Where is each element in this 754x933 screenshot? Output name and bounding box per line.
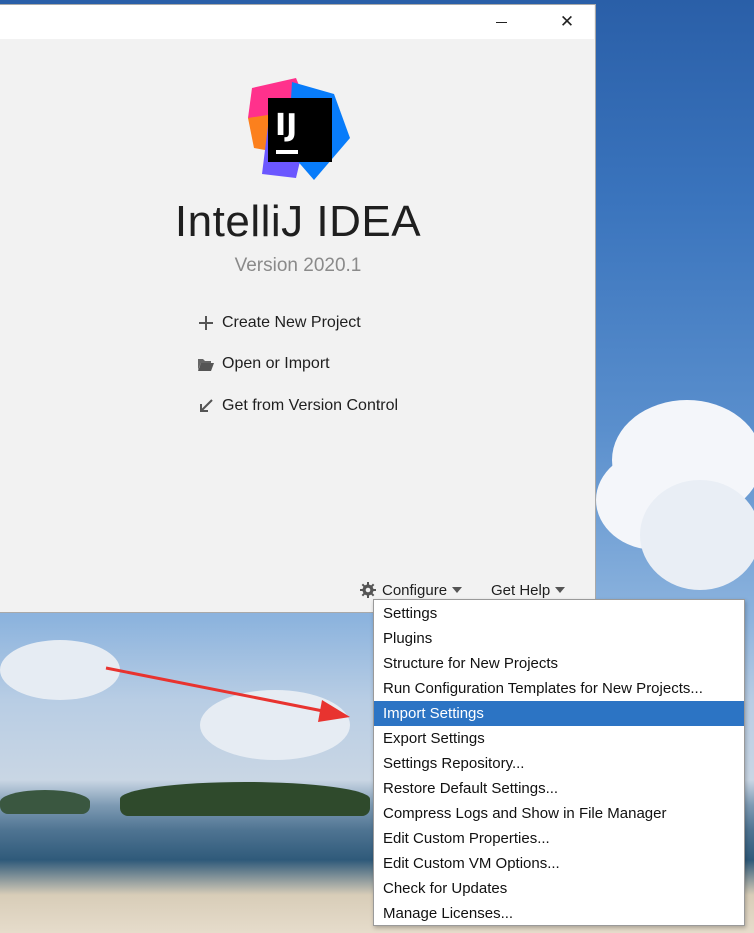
- get-from-vcs-label: Get from Version Control: [222, 397, 399, 414]
- plus-icon: [196, 313, 216, 333]
- configure-menu: Settings Plugins Structure for New Proje…: [373, 599, 745, 926]
- cloud: [640, 480, 754, 590]
- annotation-arrow: [105, 666, 350, 722]
- menu-item-export-settings[interactable]: Export Settings: [374, 726, 744, 751]
- get-help-dropdown[interactable]: Get Help: [491, 579, 566, 601]
- menu-item-check-for-updates[interactable]: Check for Updates: [374, 876, 744, 901]
- open-or-import-label: Open or Import: [222, 355, 330, 372]
- title-bar: ✕: [0, 5, 594, 39]
- logo-text: IJ: [275, 108, 297, 143]
- get-help-label: Get Help: [491, 581, 551, 599]
- open-or-import-action[interactable]: Open or Import: [196, 352, 330, 376]
- menu-item-edit-custom-vm-options[interactable]: Edit Custom VM Options...: [374, 851, 744, 876]
- menu-item-restore-default-settings[interactable]: Restore Default Settings...: [374, 776, 744, 801]
- configure-label: Configure: [382, 581, 448, 599]
- menu-item-structure-for-new-projects[interactable]: Structure for New Projects: [374, 651, 744, 676]
- create-new-project-label: Create New Project: [222, 314, 361, 331]
- menu-item-settings-repository[interactable]: Settings Repository...: [374, 751, 744, 776]
- close-icon: ✕: [559, 12, 575, 32]
- menu-item-import-settings[interactable]: Import Settings: [374, 701, 744, 726]
- menu-item-edit-custom-properties[interactable]: Edit Custom Properties...: [374, 826, 744, 851]
- close-button[interactable]: ✕: [544, 5, 590, 39]
- configure-dropdown[interactable]: Configure: [360, 579, 463, 601]
- chevron-down-icon: [555, 587, 566, 593]
- menu-item-run-configuration-templates[interactable]: Run Configuration Templates for New Proj…: [374, 676, 744, 701]
- chevron-down-icon: [452, 587, 463, 593]
- create-new-project-action[interactable]: Create New Project: [196, 311, 361, 335]
- minimize-button[interactable]: [478, 5, 524, 39]
- get-from-vcs-action[interactable]: Get from Version Control: [196, 394, 398, 418]
- menu-item-manage-licenses[interactable]: Manage Licenses...: [374, 901, 744, 926]
- gear-icon: [360, 582, 376, 598]
- menu-item-compress-logs[interactable]: Compress Logs and Show in File Manager: [374, 801, 744, 826]
- app-version: Version 2020.1: [234, 255, 362, 276]
- welcome-window: ✕ IJ IntelliJ IDEA Version 2020.1 Create…: [0, 4, 596, 613]
- menu-item-settings[interactable]: Settings: [374, 601, 744, 626]
- island: [0, 790, 90, 814]
- minimize-icon: [495, 21, 507, 23]
- app-title: IntelliJ IDEA: [174, 197, 422, 246]
- island: [120, 782, 370, 816]
- folder-open-icon: [196, 354, 216, 374]
- menu-item-plugins[interactable]: Plugins: [374, 626, 744, 651]
- arrow-down-left-icon: [196, 396, 216, 416]
- intellij-logo: IJ: [248, 78, 350, 180]
